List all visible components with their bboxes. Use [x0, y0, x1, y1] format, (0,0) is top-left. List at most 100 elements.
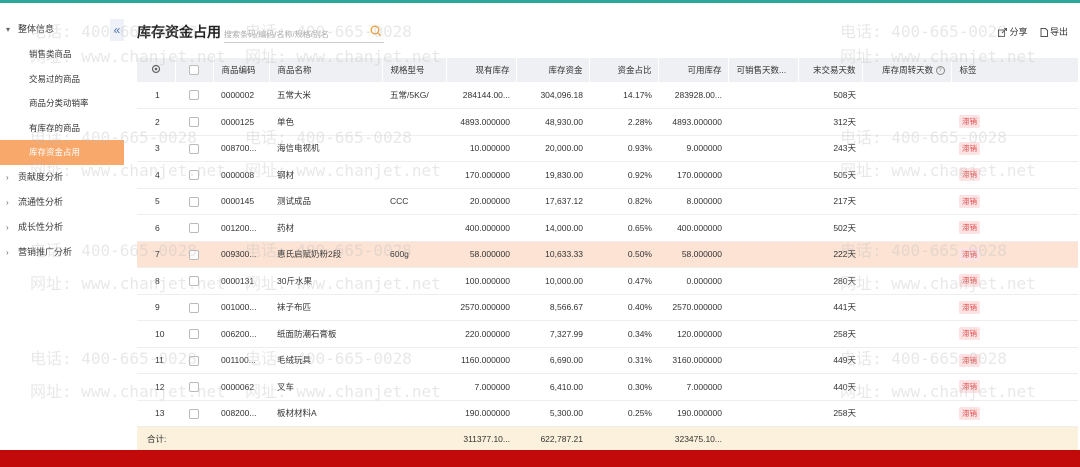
sidebar-group-liquidity[interactable]: › 流通性分析 — [0, 190, 124, 215]
cell-stock: 400.000000 — [446, 214, 516, 242]
col-ratio[interactable]: 资金占比 — [589, 58, 659, 82]
toolbar: 分享 导出 — [988, 25, 1068, 38]
table-row[interactable]: 9 001000... 袜子布匹 2570.000000 8,566.67 0.40% 25… — [137, 294, 1078, 321]
cell-stock: 100.000000 — [446, 267, 516, 295]
footer-fund: 622,787.21 — [516, 426, 589, 451]
cell-spec: 五常/5KG/ — [382, 82, 446, 109]
cell-turn — [862, 267, 951, 295]
table-row[interactable]: 13 008200... 板材材料A 190.000000 5,300.00 0.25% 1… — [137, 400, 1078, 427]
cell-stock: 10.000000 — [446, 135, 516, 162]
cell-fund: 5,300.00 — [516, 400, 589, 427]
cell-ratio: 0.34% — [589, 320, 658, 348]
search-icon[interactable] — [370, 25, 382, 37]
cell-spec: 600g — [382, 241, 446, 268]
gear-icon[interactable] — [151, 64, 161, 74]
tag-badge: 滞销 — [959, 300, 980, 314]
share-button[interactable]: 分享 — [998, 27, 1027, 37]
col-last-days[interactable]: 末交易天数 — [798, 58, 863, 82]
row-checkbox[interactable] — [189, 329, 199, 340]
cell-stock: 284144.00... — [446, 82, 516, 109]
cell-tag — [951, 82, 1078, 109]
cell-avail: 7.000000 — [658, 373, 728, 401]
cell-avail: 2570.000000 — [658, 294, 728, 321]
cell-code: 0000131 — [213, 267, 269, 295]
table-row[interactable]: 8 0000131 30斤水果 100.000000 10,000.00 0.47% 0.0… — [137, 267, 1078, 295]
export-button[interactable]: 导出 — [1040, 27, 1068, 37]
cell-last: 258天 — [798, 400, 862, 427]
cell-no: 7 — [137, 241, 175, 268]
row-checkbox[interactable] — [189, 408, 199, 419]
cell-ratio: 0.40% — [589, 294, 658, 321]
cell-spec — [382, 320, 446, 348]
table-row[interactable]: 4 0000008 钢材 170.000000 19,830.00 0.92% 170.00… — [137, 161, 1078, 189]
bottom-bar — [0, 450, 1080, 467]
sidebar-group-marketing[interactable]: › 营销推广分析 — [0, 240, 124, 265]
sidebar-group-contribution[interactable]: › 贡献度分析 — [0, 165, 124, 190]
table-row[interactable]: 3 008700... 海信电视机 10.000000 20,000.00 0.93% 9.… — [137, 135, 1078, 162]
row-checkbox[interactable] — [189, 90, 199, 101]
col-avail[interactable]: 可用库存 — [658, 58, 729, 82]
select-all-header[interactable] — [175, 58, 214, 82]
row-checkbox[interactable] — [189, 170, 199, 181]
sidebar-item-stock-goods[interactable]: 有库存的商品 — [0, 116, 124, 141]
cell-no: 10 — [137, 320, 175, 348]
table-row[interactable]: 7 009300... 惠氏启赋奶粉2段 600g 58.000000 10,633.33… — [137, 241, 1078, 268]
cell-stock: 170.000000 — [446, 161, 516, 189]
cell-turn — [862, 82, 951, 109]
row-checkbox[interactable] — [189, 143, 199, 154]
search-input[interactable] — [224, 25, 364, 44]
row-checkbox[interactable] — [189, 302, 199, 313]
cell-ratio: 0.50% — [589, 241, 658, 268]
row-checkbox[interactable] — [189, 355, 199, 366]
col-spec[interactable]: 规格型号 — [382, 58, 447, 82]
cell-last: 505天 — [798, 161, 862, 189]
cell-fund: 304,096.18 — [516, 82, 589, 109]
col-stock[interactable]: 现有库存 — [446, 58, 517, 82]
table-row[interactable]: 10 006200... 纸面防潮石膏板 220.000000 7,327.99 0.34… — [137, 320, 1078, 348]
cell-last: 258天 — [798, 320, 862, 348]
export-label: 导出 — [1049, 27, 1068, 37]
help-icon[interactable]: ? — [935, 66, 945, 76]
sidebar-item-category-turnover[interactable]: 商品分类动销率 — [0, 91, 124, 116]
table-row[interactable]: 1 0000002 五常大米 五常/5KG/284144.00... 304,096.1… — [137, 82, 1078, 109]
sidebar-item-sales-goods[interactable]: 销售类商品 — [0, 42, 124, 67]
col-tag[interactable]: 标签 — [951, 58, 1079, 82]
row-checkbox[interactable] — [189, 223, 199, 234]
row-checkbox[interactable] — [189, 196, 199, 207]
col-fund[interactable]: 库存资金 — [516, 58, 590, 82]
sidebar-group-overview[interactable]: ▾ 整体信息 — [0, 17, 124, 42]
cell-last: 243天 — [798, 135, 862, 162]
table-row[interactable]: 6 001200... 药材 400.000000 14,000.00 0.65% 400.… — [137, 214, 1078, 242]
col-name[interactable]: 商品名称 — [269, 58, 383, 82]
export-icon — [1040, 28, 1048, 37]
cell-last: 222天 — [798, 241, 862, 268]
cell-fund: 10,000.00 — [516, 267, 589, 295]
cell-turn — [862, 108, 951, 136]
cell-name: 30斤水果 — [269, 267, 382, 295]
cell-avail: 0.000000 — [658, 267, 728, 295]
collapse-sidebar-button[interactable]: « — [110, 19, 124, 41]
table-row[interactable]: 2 0000125 单色 4893.000000 48,930.00 2.28% 4893.… — [137, 108, 1078, 136]
select-all-checkbox[interactable] — [189, 65, 199, 76]
footer-label: 合计: — [137, 426, 213, 451]
cell-last: 502天 — [798, 214, 862, 242]
cell-sell — [728, 347, 798, 374]
settings-header[interactable] — [137, 58, 176, 82]
row-checkbox[interactable] — [189, 276, 199, 287]
col-sell-days[interactable]: 可销售天数... — [728, 58, 799, 82]
sidebar-group-growth[interactable]: › 成长性分析 — [0, 215, 124, 240]
sidebar-item-traded-goods[interactable]: 交易过的商品 — [0, 67, 124, 92]
row-checkbox[interactable] — [189, 382, 199, 393]
sidebar-item-stock-fund[interactable]: 库存资金占用 — [0, 140, 124, 165]
row-checkbox[interactable] — [189, 249, 199, 260]
cell-cb — [175, 241, 213, 268]
cell-avail: 190.000000 — [658, 400, 728, 427]
row-checkbox[interactable] — [189, 117, 199, 128]
col-turnover[interactable]: 库存周转天数 ? — [862, 58, 952, 82]
cell-ratio: 0.93% — [589, 135, 658, 162]
table-row[interactable]: 5 0000145 测试成品 CCC 20.000000 17,637.12 0.82% 8.… — [137, 188, 1078, 215]
col-code[interactable]: 商品编码 — [213, 58, 270, 82]
table-row[interactable]: 11 001100... 毛绒玩具 1160.000000 6,690.00 0.31% 3… — [137, 347, 1078, 374]
table-row[interactable]: 12 0000062 叉车 7.000000 6,410.00 0.30% 7.000000… — [137, 373, 1078, 401]
cell-spec — [382, 347, 446, 374]
